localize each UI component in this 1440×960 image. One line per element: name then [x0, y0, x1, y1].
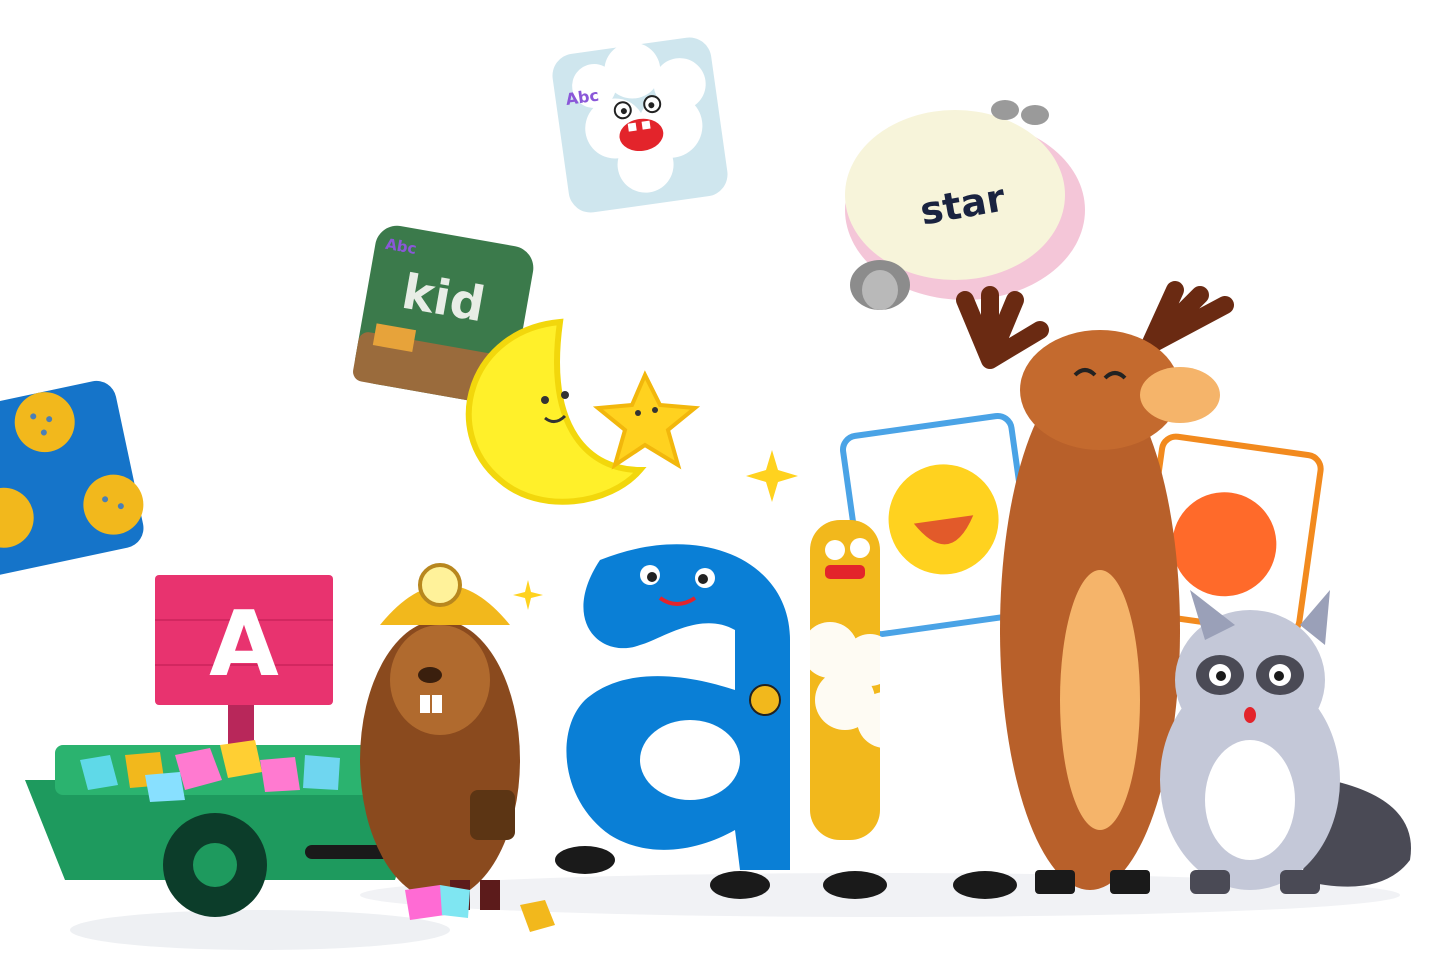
bubble-monster-app-tile[interactable]: Abc [549, 32, 730, 216]
letter-sign: A [155, 575, 333, 760]
hero-illustration: Abc kid Abc star A [0, 0, 1440, 960]
crackers-app-tile[interactable] [0, 376, 152, 583]
sign-letter: A [209, 592, 279, 697]
letter-a-character [555, 544, 790, 899]
sheep-character: star [845, 100, 1085, 310]
raccoon-character [1160, 590, 1411, 894]
moon-and-star-character [465, 318, 701, 505]
